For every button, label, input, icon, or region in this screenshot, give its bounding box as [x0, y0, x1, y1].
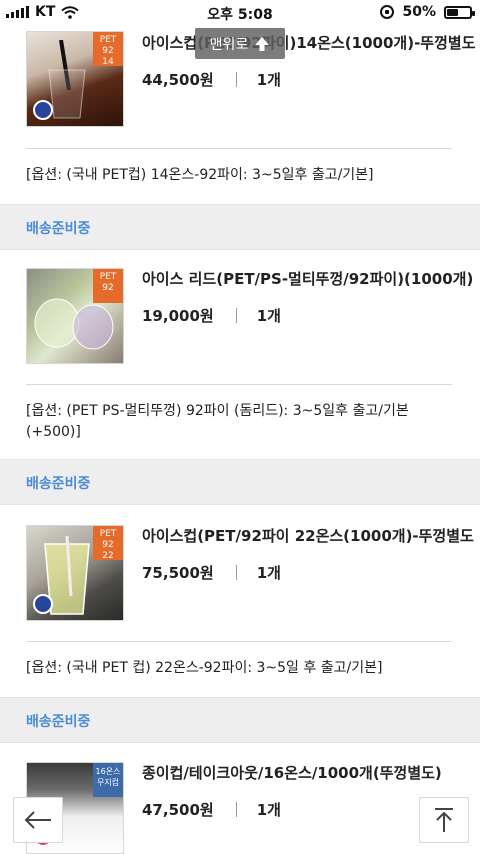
shipping-status-band: 배송준비중: [0, 459, 480, 505]
back-button[interactable]: [13, 797, 63, 843]
product-price: 47,500원: [142, 801, 214, 819]
status-bar: KT 오후 5:08 50%: [0, 0, 480, 26]
product-quantity: 1개: [256, 801, 281, 819]
go-to-top-button[interactable]: [419, 797, 469, 843]
product-quantity: 1개: [256, 71, 281, 89]
product-badge: PET 92: [93, 269, 123, 303]
arrow-top-icon: [435, 808, 453, 832]
divider: [26, 641, 452, 642]
product-thumbnail[interactable]: PET 92 14: [26, 31, 124, 127]
product-title[interactable]: 아이스컵(PET/92파이)14온스(1000개)-뚜껑별도: [142, 32, 476, 53]
divider: [235, 72, 237, 87]
divider: [235, 308, 237, 323]
price-row: 47,500원 1개: [142, 799, 281, 820]
product-badge: PET 92 22: [93, 526, 123, 561]
divider: [235, 565, 237, 580]
product-title[interactable]: 아이스 리드(PET/PS-멀티뚜껑/92파이)(1000개): [142, 268, 473, 289]
product-quantity: 1개: [256, 564, 281, 582]
shipping-status-band: 배송준비중: [0, 204, 480, 250]
shipping-status-band: 배송준비중: [0, 697, 480, 743]
divider: [26, 384, 452, 385]
price-row: 44,500원 1개: [142, 69, 281, 90]
product-price: 19,000원: [142, 307, 214, 325]
product-title[interactable]: 종이컵/테이크아웃/16온스/1000개(뚜껑별도): [142, 762, 442, 783]
scroll-to-top-tooltip[interactable]: 맨위로: [195, 28, 285, 59]
scroll-to-top-label: 맨위로: [209, 36, 249, 53]
product-price: 75,500원: [142, 564, 214, 582]
product-seal: [33, 100, 53, 120]
price-row: 75,500원 1개: [142, 562, 281, 583]
option-text: [옵션: (PET PS-멀티뚜껑) 92파이 (돔리드): 3~5일후 출고/…: [26, 403, 409, 440]
product-badge: PET 92 14: [93, 32, 123, 67]
cup-drawing: [48, 40, 86, 119]
product-thumbnail[interactable]: PET 92 22: [26, 525, 124, 621]
orientation-lock-icon: [380, 5, 395, 19]
divider: [26, 148, 452, 149]
shipping-status: 배송준비중: [26, 476, 91, 492]
option-text: [옵션: (국내 PET컵) 14온스-92파이: 3~5일후 출고/기본]: [26, 167, 374, 183]
battery-percent: 50%: [402, 4, 436, 20]
option-text: [옵션: (국내 PET 컵) 22온스-92파이: 3~5일 후 출고/기본]: [26, 660, 383, 676]
product-thumbnail[interactable]: PET 92: [26, 268, 124, 364]
arrow-up-icon: [255, 36, 270, 51]
shipping-status: 배송준비중: [26, 714, 91, 730]
shipping-status: 배송준비중: [26, 221, 91, 237]
product-quantity: 1개: [256, 307, 281, 325]
price-row: 19,000원 1개: [142, 305, 281, 326]
divider: [235, 802, 237, 817]
arrow-left-icon: [24, 811, 51, 829]
status-right: 50%: [380, 4, 475, 20]
product-badge: 16온스 무지컵: [93, 763, 123, 797]
battery-icon: [444, 5, 475, 19]
product-price: 44,500원: [142, 71, 214, 89]
product-seal: [33, 594, 53, 614]
product-title[interactable]: 아이스컵(PET/92파이 22온스(1000개)-뚜껑별도: [142, 525, 474, 546]
